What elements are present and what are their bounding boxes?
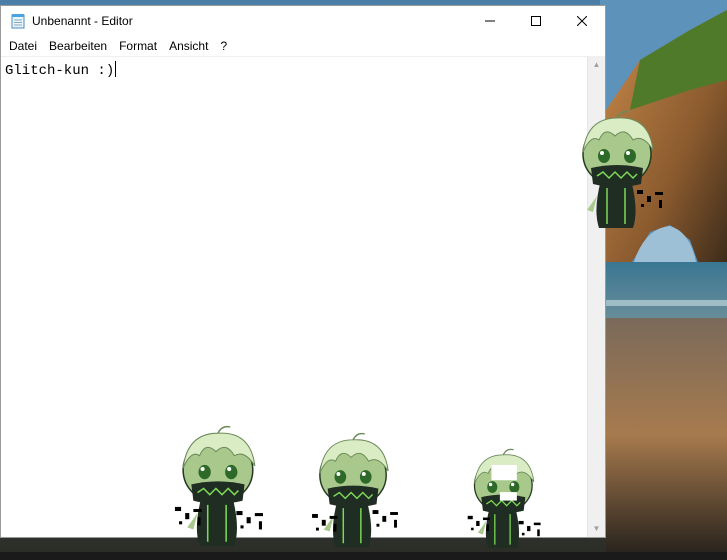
menu-bar: Datei Bearbeiten Format Ansicht ? bbox=[1, 36, 605, 56]
maximize-icon bbox=[531, 16, 541, 26]
glitch-kun-mascot-top-right bbox=[582, 110, 663, 229]
minimize-button[interactable] bbox=[467, 6, 513, 36]
menu-help[interactable]: ? bbox=[214, 36, 233, 56]
close-icon bbox=[577, 16, 587, 26]
close-button[interactable] bbox=[559, 6, 605, 36]
menu-format[interactable]: Format bbox=[113, 36, 163, 56]
menu-datei[interactable]: Datei bbox=[3, 36, 43, 56]
glitch-kun-mascot-bottom-middle bbox=[312, 432, 398, 548]
editor-content[interactable]: Glitch-kun :) bbox=[5, 61, 117, 79]
menu-ansicht[interactable]: Ansicht bbox=[163, 36, 214, 56]
glitch-kun-mascot-bottom-left bbox=[174, 425, 264, 547]
glitch-kun-mascot-bottom-right bbox=[467, 448, 541, 549]
menu-bearbeiten[interactable]: Bearbeiten bbox=[43, 36, 113, 56]
window-controls bbox=[467, 6, 605, 36]
scroll-down-button[interactable]: ▼ bbox=[588, 520, 605, 537]
chevron-down-icon: ▼ bbox=[592, 524, 601, 533]
scroll-up-button[interactable]: ▲ bbox=[588, 56, 605, 73]
minimize-icon bbox=[485, 20, 495, 22]
window-title: Unbenannt - Editor bbox=[32, 14, 133, 28]
editor-text: Glitch-kun :) bbox=[5, 63, 115, 79]
maximize-button[interactable] bbox=[513, 6, 559, 36]
notepad-icon bbox=[11, 14, 25, 29]
title-bar[interactable]: Unbenannt - Editor bbox=[1, 6, 605, 36]
text-caret bbox=[115, 61, 117, 77]
chevron-up-icon: ▲ bbox=[592, 60, 601, 69]
